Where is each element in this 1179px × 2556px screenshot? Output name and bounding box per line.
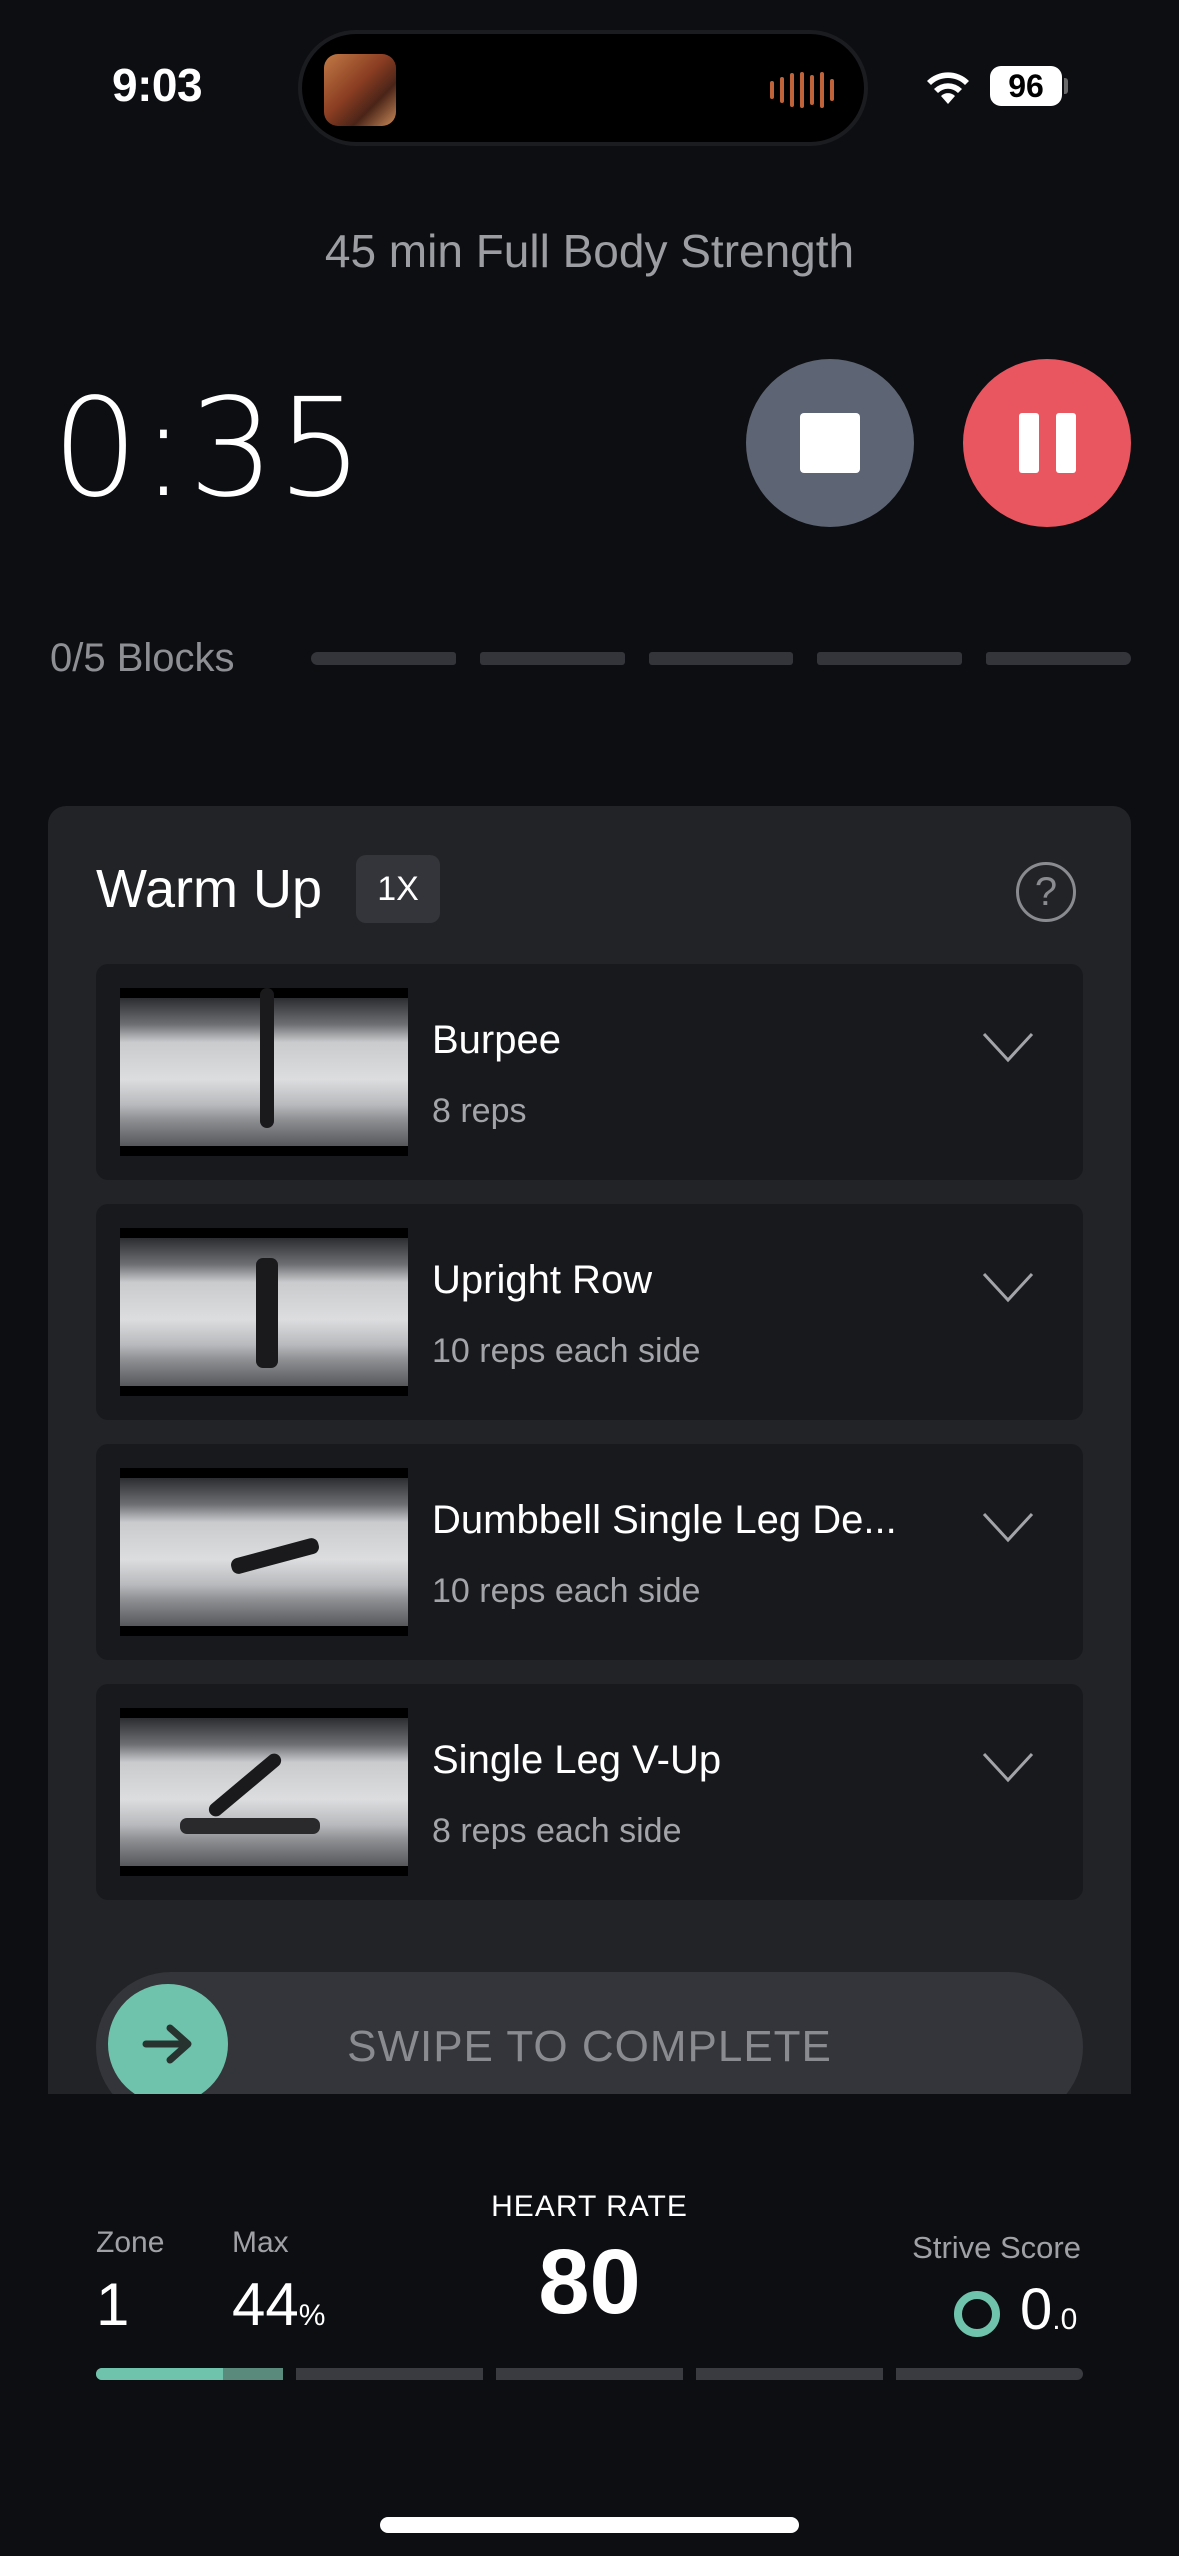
block-segment [817,652,963,665]
exercise-reps: 8 reps [432,1092,527,1130]
wifi-icon [927,72,969,104]
exercise-name: Upright Row [432,1258,653,1302]
exercise-item[interactable]: Single Leg V-Up 8 reps each side [96,1684,1083,1900]
now-playing-artwork [324,54,396,126]
strive-dec: .0 [1052,2303,1078,2336]
rounds-badge: 1X [356,855,440,923]
exercise-thumbnail [120,1708,408,1876]
exercise-name: Single Leg V-Up [432,1738,722,1782]
zone-segment-2 [296,2368,483,2380]
zone-segment-1 [96,2368,283,2380]
zone-segment-4 [696,2368,883,2380]
zone-segment-3 [496,2368,683,2380]
chevron-down-icon[interactable] [980,1750,1036,1784]
heart-rate-label: HEART RATE [491,2190,688,2223]
exercise-reps: 10 reps each side [432,1572,701,1610]
blocks-progress-bar [311,652,1131,665]
block-segment [986,652,1131,665]
block-segment [648,652,794,665]
exercise-item[interactable]: Burpee 8 reps [96,964,1083,1180]
block-segment [311,652,456,665]
strive-score-value: 0.0 [1020,2276,1077,2343]
workout-title: 45 min Full Body Strength [324,225,855,277]
exercise-name: Burpee [432,1018,561,1062]
elapsed-timer: 0:35 [52,370,366,528]
battery-tip [1064,78,1068,94]
pause-icon [1018,413,1076,473]
exercise-thumbnail [120,1468,408,1636]
block-card: Warm Up 1X ? Burpee 8 reps Upright Row 1… [48,806,1131,2094]
chevron-down-icon[interactable] [980,1510,1036,1544]
dynamic-island[interactable] [298,30,868,146]
exercise-reps: 10 reps each side [432,1332,701,1370]
heart-rate-zone-bar [96,2368,1083,2380]
blocks-progress-label: 0/5 Blocks [50,636,235,680]
stop-button[interactable] [746,359,914,527]
home-indicator[interactable] [380,2517,799,2533]
help-icon[interactable]: ? [1016,862,1076,922]
strive-int: 0 [1020,2277,1053,2342]
pause-button[interactable] [963,359,1131,527]
audio-waveform-icon [770,72,834,108]
exercise-item[interactable]: Dumbbell Single Leg De... 10 reps each s… [96,1444,1083,1660]
stop-icon [800,413,860,473]
battery-indicator: 96 [990,66,1062,106]
chevron-down-icon[interactable] [980,1270,1036,1304]
strive-score-ring-icon [954,2291,1000,2337]
chevron-down-icon[interactable] [980,1030,1036,1064]
exercise-thumbnail [120,1228,408,1396]
swipe-label: SWIPE TO COMPLETE [347,2022,832,2071]
swipe-to-complete-slider[interactable]: SWIPE TO COMPLETE [96,1972,1083,2094]
status-time: 9:03 [112,59,203,111]
exercise-item[interactable]: Upright Row 10 reps each side [96,1204,1083,1420]
exercise-name: Dumbbell Single Leg De... [432,1498,897,1542]
block-title: Warm Up [96,859,322,919]
zone-segment-5 [896,2368,1083,2380]
exercise-reps: 8 reps each side [432,1812,682,1850]
exercise-thumbnail [120,988,408,1156]
block-segment [479,652,625,665]
strive-score-label: Strive Score [912,2230,1081,2265]
